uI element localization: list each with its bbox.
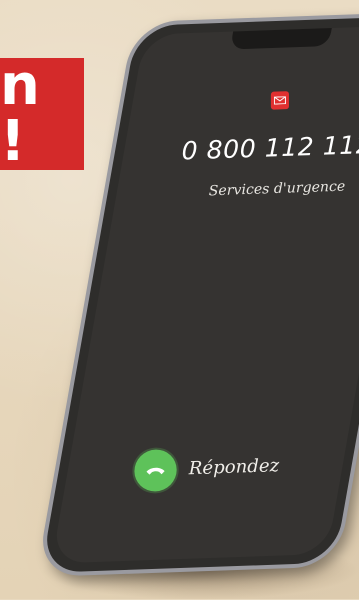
caller-phone-number: 0 800 112 112	[181, 130, 359, 166]
caller-label: Services d'urgence	[208, 178, 346, 200]
emergency-app-icon	[270, 91, 289, 110]
envelope-icon	[273, 96, 286, 105]
answer-call-button[interactable]	[134, 448, 177, 493]
answer-label: Répondez	[188, 455, 280, 480]
phone-screen: 0 800 112 112 Services d'urgence Réponde…	[51, 24, 359, 564]
banner-text: n !	[0, 53, 46, 174]
red-banner: n !	[0, 58, 84, 170]
phone-answer-icon	[146, 467, 165, 475]
incoming-call-view: 0 800 112 112 Services d'urgence Réponde…	[98, 27, 359, 562]
